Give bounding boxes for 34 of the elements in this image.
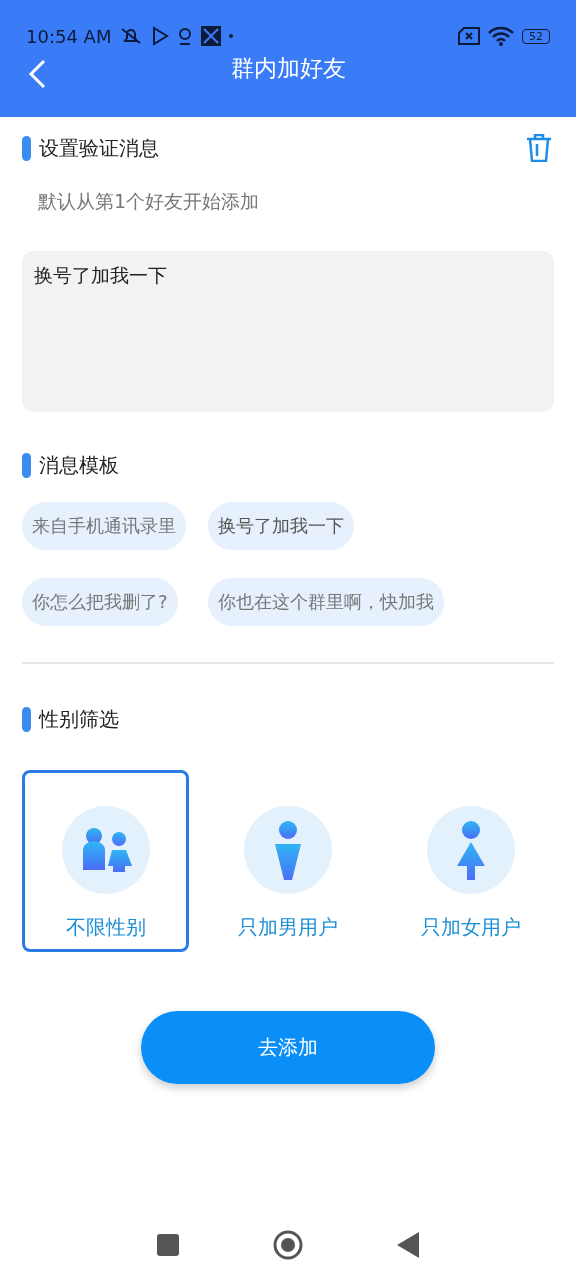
add-button[interactable]: 去添加 xyxy=(141,1011,435,1084)
wifi-icon xyxy=(488,26,514,46)
section-marker xyxy=(22,706,31,732)
home-button[interactable] xyxy=(273,1230,303,1260)
app-notification-icon xyxy=(201,26,222,46)
template-chip[interactable]: 来自手机通讯录里 xyxy=(22,502,186,550)
message-field[interactable]: 换号了加我一下 xyxy=(22,251,554,412)
square-icon xyxy=(157,1234,179,1256)
recents-button[interactable] xyxy=(157,1234,179,1256)
home-circle-icon xyxy=(273,1230,303,1260)
battery-level: 52 xyxy=(522,28,550,44)
section-marker xyxy=(22,452,31,478)
status-time: 10:54 AM xyxy=(26,25,112,47)
delete-button[interactable] xyxy=(526,133,554,163)
section-heading: 设置验证消息 xyxy=(39,134,160,162)
section-heading: 消息模板 xyxy=(39,451,120,479)
page-title: 群内加好友 xyxy=(230,54,346,83)
male-icon xyxy=(275,821,301,880)
couple-icon xyxy=(82,828,132,872)
dot-icon xyxy=(229,34,234,38)
play-store-icon xyxy=(151,26,170,46)
back-nav-button[interactable] xyxy=(397,1232,419,1258)
template-chip[interactable]: 换号了加我一下 xyxy=(208,502,354,550)
gender-option[interactable]: 不限性别 xyxy=(22,770,189,952)
location-pin-icon xyxy=(177,26,194,46)
triangle-back-icon xyxy=(397,1232,419,1258)
template-chip[interactable]: 你怎么把我删了? xyxy=(22,578,178,626)
section-heading: 性别筛选 xyxy=(39,705,120,733)
trash-icon xyxy=(526,134,552,162)
template-chip[interactable]: 你也在这个群里啊，快加我 xyxy=(208,578,444,626)
female-icon xyxy=(456,821,485,880)
section-marker xyxy=(22,135,31,161)
sim-card-icon xyxy=(458,27,480,45)
hint-text: 默认从第1个好友开始添加 xyxy=(38,189,261,214)
